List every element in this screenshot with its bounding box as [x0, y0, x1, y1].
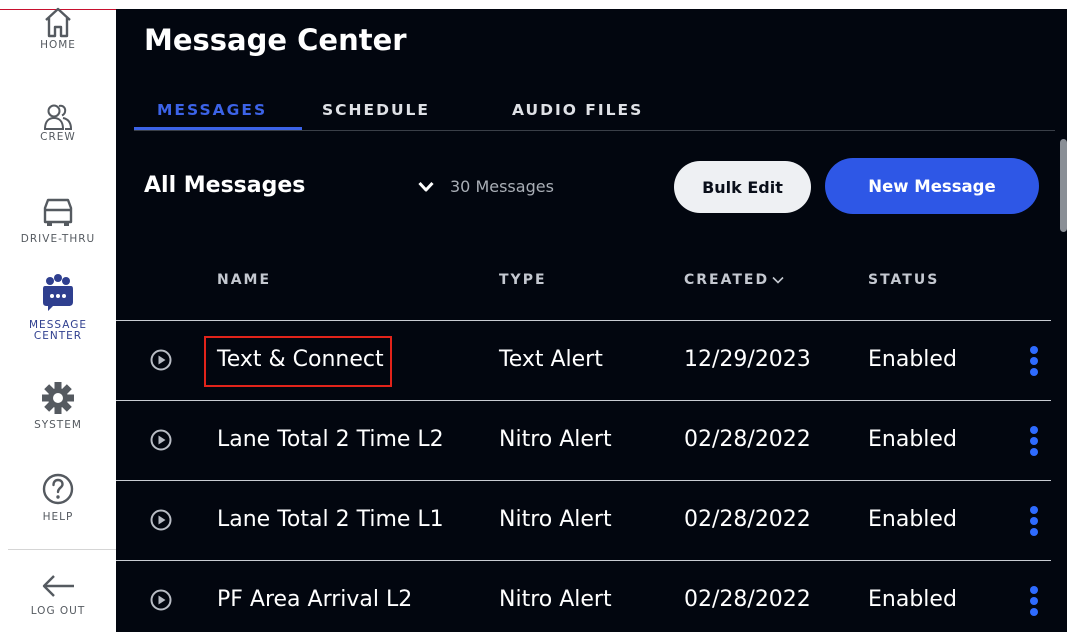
message-created: 12/29/2023 [684, 347, 811, 372]
tabs-divider [134, 130, 1055, 131]
tab-messages[interactable]: MESSAGES [157, 101, 267, 119]
column-header-type[interactable]: TYPE [499, 272, 547, 288]
play-icon[interactable] [150, 509, 172, 531]
chevron-down-icon[interactable] [418, 181, 434, 193]
message-type: Nitro Alert [499, 507, 612, 532]
message-type: Nitro Alert [499, 427, 612, 452]
message-created: 02/28/2022 [684, 427, 811, 452]
sidebar-item-label: DRIVE-THRU [20, 233, 96, 245]
message-name[interactable]: Lane Total 2 Time L2 [217, 427, 444, 452]
message-status: Enabled [868, 587, 957, 612]
message-filter-select[interactable]: All Messages [144, 173, 305, 198]
tab-audio-files[interactable]: AUDIO FILES [512, 101, 643, 119]
sidebar-item-label: CREW [40, 131, 76, 143]
sidebar-item-home[interactable]: HOME [0, 0, 116, 51]
sidebar-item-help[interactable]: HELP [0, 468, 116, 523]
message-name[interactable]: Text & Connect [217, 347, 384, 372]
message-type: Text Alert [499, 347, 603, 372]
message-status: Enabled [868, 347, 957, 372]
bulk-edit-button[interactable]: Bulk Edit [674, 161, 811, 213]
message-name[interactable]: Lane Total 2 Time L1 [217, 507, 444, 532]
gear-icon [42, 382, 74, 414]
more-options-icon[interactable] [1028, 426, 1040, 460]
message-created: 02/28/2022 [684, 507, 811, 532]
new-message-button[interactable]: New Message [825, 158, 1039, 214]
main-panel: Message Center MESSAGES SCHEDULE AUDIO F… [116, 9, 1067, 632]
arrow-left-icon [42, 575, 74, 597]
more-options-icon[interactable] [1028, 586, 1040, 620]
sidebar: HOME CREW DRIVE-THRU MESSAGE CENTER SYST… [0, 0, 116, 632]
message-status: Enabled [868, 507, 957, 532]
table-row[interactable]: Lane Total 2 Time L1 Nitro Alert 02/28/2… [116, 480, 1051, 561]
sidebar-item-log-out[interactable]: LOG OUT [0, 566, 116, 617]
sidebar-divider [8, 549, 116, 550]
table-row[interactable]: Lane Total 2 Time L2 Nitro Alert 02/28/2… [116, 400, 1051, 481]
column-header-name[interactable]: NAME [217, 272, 271, 288]
scrollbar-thumb[interactable] [1060, 139, 1067, 232]
sidebar-item-crew[interactable]: CREW [0, 102, 116, 143]
play-icon[interactable] [150, 589, 172, 611]
table-row[interactable]: Text & Connect Text Alert 12/29/2023 Ena… [116, 320, 1051, 401]
message-created: 02/28/2022 [684, 587, 811, 612]
home-icon [45, 7, 71, 38]
sidebar-item-label: LOG OUT [30, 605, 86, 617]
page-title: Message Center [144, 23, 407, 57]
sidebar-item-label: HELP [42, 511, 74, 523]
message-status: Enabled [868, 427, 957, 452]
crew-icon [43, 104, 73, 130]
play-icon[interactable] [150, 429, 172, 451]
more-options-icon[interactable] [1028, 346, 1040, 380]
tab-schedule[interactable]: SCHEDULE [322, 101, 430, 119]
message-type: Nitro Alert [499, 587, 612, 612]
play-icon[interactable] [150, 349, 172, 371]
sidebar-item-label-line2: CENTER [33, 330, 83, 342]
sidebar-item-message-center[interactable]: MESSAGE CENTER [0, 272, 116, 342]
table-row[interactable]: PF Area Arrival L2 Nitro Alert 02/28/202… [116, 560, 1051, 632]
column-header-created[interactable]: CREATED [684, 272, 784, 288]
more-options-icon[interactable] [1028, 506, 1040, 540]
column-header-status[interactable]: STATUS [868, 272, 939, 288]
message-count: 30 Messages [450, 177, 554, 196]
car-icon [43, 198, 73, 226]
message-name[interactable]: PF Area Arrival L2 [217, 587, 412, 612]
sort-chevron-icon [772, 276, 784, 284]
sidebar-item-system[interactable]: SYSTEM [0, 376, 116, 431]
sidebar-item-drive-thru[interactable]: DRIVE-THRU [0, 190, 116, 245]
sidebar-item-label: HOME [40, 39, 76, 51]
message-center-icon [43, 274, 73, 311]
help-icon [42, 473, 74, 505]
column-header-created-label: CREATED [684, 272, 770, 288]
sidebar-item-label: SYSTEM [34, 419, 82, 431]
